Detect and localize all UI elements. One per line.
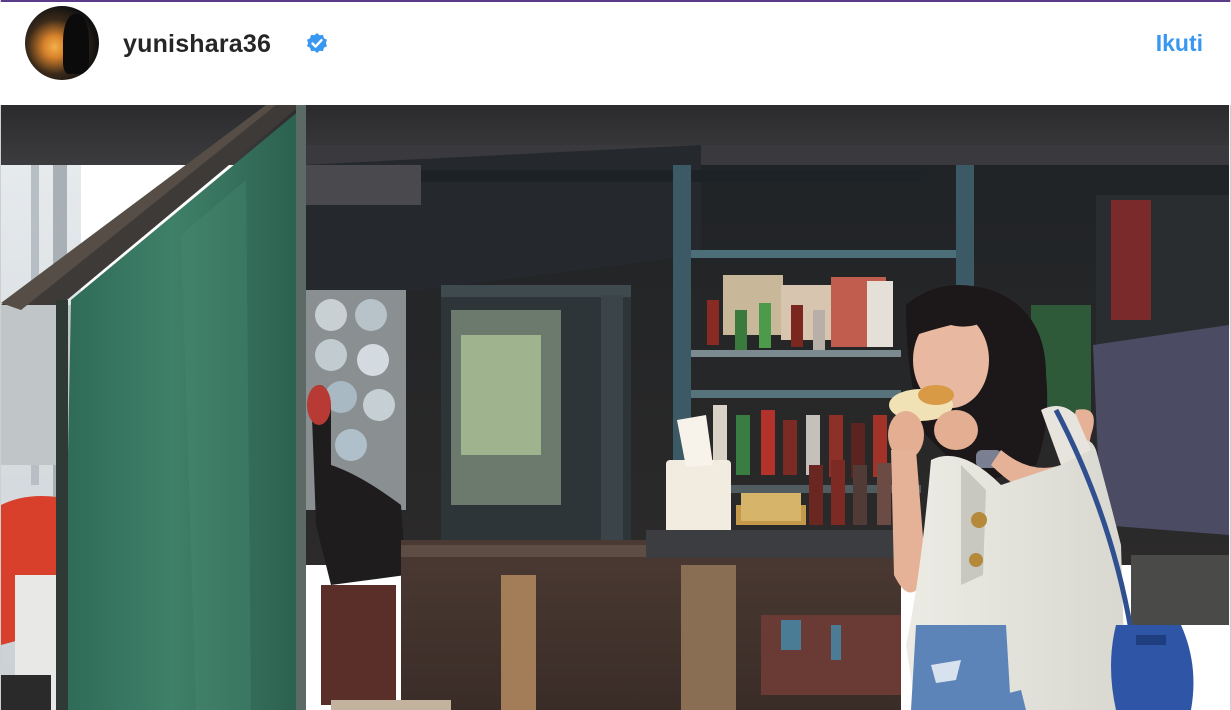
post-photo[interactable]	[1, 105, 1229, 710]
post-header: yunishara36 Ikuti	[0, 2, 1231, 105]
avatar[interactable]	[25, 6, 99, 80]
avatar-silhouette	[63, 14, 89, 74]
post-photo-illustration	[1, 105, 1229, 710]
verified-badge-icon	[307, 33, 327, 53]
follow-button[interactable]: Ikuti	[1156, 30, 1203, 57]
username-link[interactable]: yunishara36	[123, 30, 271, 59]
